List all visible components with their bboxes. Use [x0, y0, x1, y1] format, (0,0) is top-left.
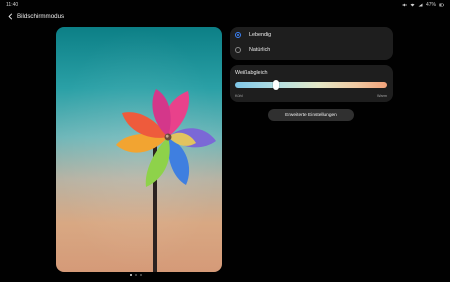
white-balance-slider-thumb[interactable] — [272, 80, 279, 90]
battery-icon — [439, 3, 444, 7]
mode-option-label: Natürlich — [249, 47, 271, 53]
white-balance-slider[interactable] — [235, 82, 387, 88]
mode-option-natuerlich[interactable]: Natürlich — [235, 44, 270, 56]
slider-max-label: Warm — [377, 94, 387, 98]
back-button[interactable] — [5, 11, 16, 22]
white-balance-title: Weißabgleich — [235, 70, 268, 76]
radio-selected[interactable] — [235, 32, 241, 38]
page-dot[interactable] — [130, 274, 132, 276]
signal-icon — [418, 3, 423, 7]
preview-image — [56, 27, 222, 272]
slider-min-label: Kühl — [235, 94, 243, 98]
chevron-left-icon — [8, 13, 13, 20]
status-time: 11:40 — [6, 2, 19, 8]
page-dot[interactable] — [135, 274, 137, 276]
page-dot[interactable] — [140, 274, 142, 276]
advanced-settings-button[interactable]: Erweiterte Einstellungen — [268, 109, 354, 121]
app-header: Bildschirmmodus — [0, 10, 450, 24]
mute-icon — [402, 3, 407, 7]
mode-option-label: Lebendig — [249, 32, 272, 38]
radio-unselected[interactable] — [235, 47, 241, 53]
mode-option-lebendig[interactable]: Lebendig — [235, 29, 271, 41]
page-title: Bildschirmmodus — [17, 13, 65, 20]
pinwheel-illustration — [56, 27, 222, 272]
white-balance-card: Weißabgleich Kühl Warm — [230, 65, 393, 102]
page-indicator[interactable] — [130, 274, 142, 276]
screen-mode-card: Lebendig Natürlich — [230, 27, 393, 60]
status-bar: 11:40 47% — [0, 0, 450, 10]
status-icons: 47% — [402, 2, 444, 8]
wifi-icon — [410, 3, 415, 7]
battery-percent: 47% — [425, 2, 436, 8]
